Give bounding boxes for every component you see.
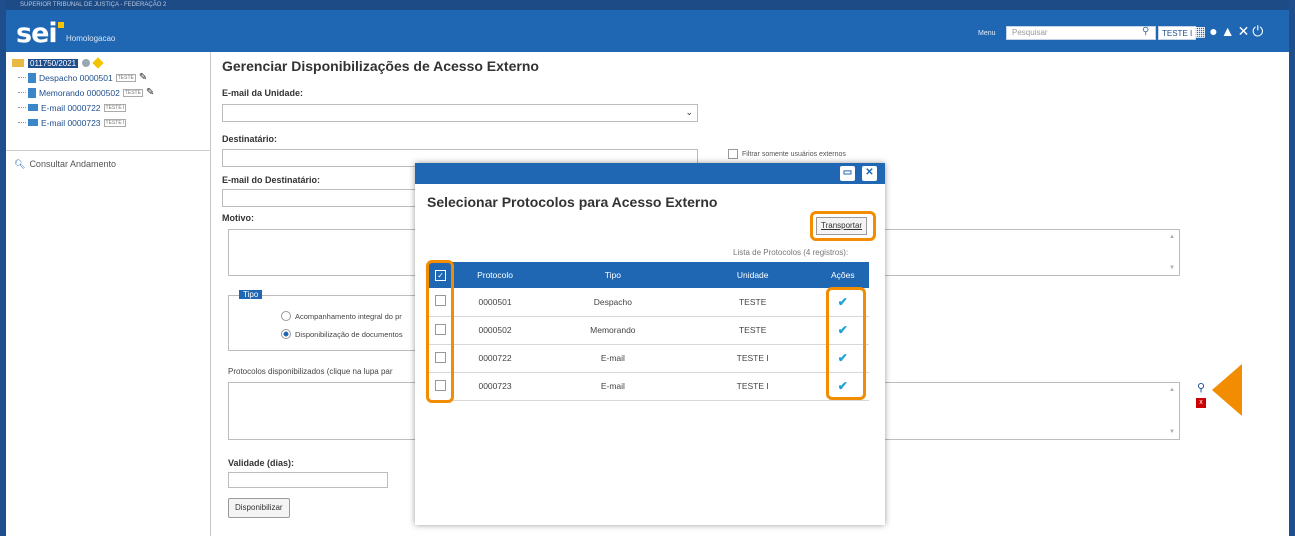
menu-button[interactable]: Menu [978, 30, 996, 37]
protocol-modal: ▭ ✕ Selecionar Protocolos para Acesso Ex… [415, 163, 885, 525]
process-number[interactable]: 011750/2021 [28, 58, 79, 68]
radio-button-selected[interactable] [281, 329, 291, 339]
search-icon: 🔍︎ [14, 159, 26, 169]
cell-protocolo: 0000502 [453, 316, 537, 345]
validade-label: Validade (dias): [228, 458, 295, 468]
info-icon[interactable]: ● [1209, 23, 1220, 39]
modal-title: Selecionar Protocolos para Acesso Extern… [427, 194, 718, 210]
document-icon [28, 72, 36, 83]
table-header-row: ✓ Protocolo Tipo Unidade Ações [428, 262, 869, 288]
tipo-legend: Tipo [239, 290, 263, 299]
table-row: 0000722 E-mail TESTE I ✔ [428, 344, 869, 373]
tree-doc-0[interactable]: Despacho 0000501 TESTE ✎ [12, 70, 204, 85]
magnifier-icon[interactable]: ⚲ [1197, 381, 1205, 394]
cell-protocolo: 0000501 [453, 288, 537, 317]
tree-doc-1[interactable]: Memorando 0000502 TESTE ✎ [12, 85, 204, 100]
radio-label: Acompanhamento integral do pr [295, 311, 402, 321]
email-unidade-select[interactable]: ⌄ [222, 104, 698, 122]
tools-icon[interactable]: ✕ [1238, 23, 1253, 39]
tree-doc-label[interactable]: E-mail 0000722 [41, 103, 101, 113]
user-icon[interactable]: ▲ [1221, 23, 1238, 39]
validade-input[interactable] [228, 472, 388, 488]
cell-unidade: TESTE I [688, 344, 817, 373]
header-icons: ▦●▲✕⏻ [1193, 23, 1266, 40]
tree-doc-2[interactable]: E-mail 0000722 TESTE I [12, 100, 204, 115]
close-icon[interactable]: ✕ [862, 166, 877, 181]
status-icon [82, 59, 91, 67]
motivo-label: Motivo: [222, 213, 254, 223]
chevron-down-icon: ⌄ [685, 107, 693, 117]
unit-tag: TESTE I [103, 103, 127, 112]
cell-unidade: TESTE I [688, 372, 817, 401]
tree-doc-3[interactable]: E-mail 0000723 TESTE I [12, 115, 204, 130]
table-row: 0000723 E-mail TESTE I ✔ [428, 372, 869, 401]
process-node[interactable]: 011750/2021 [12, 56, 204, 70]
cell-tipo: E-mail [536, 344, 689, 373]
unit-tag: TESTE [122, 88, 143, 97]
mail-icon [28, 119, 38, 126]
tree-doc-label[interactable]: Despacho 0000501 [39, 73, 113, 83]
cell-unidade: TESTE [688, 316, 817, 345]
unit-tag: TESTE [115, 73, 136, 82]
filtrar-externos-checkbox[interactable]: Filtrar somente usuários externos [728, 149, 846, 159]
highlight-actions-column [826, 287, 866, 400]
col-protocolo: Protocolo [453, 262, 537, 288]
table-caption: Lista de Protocolos (4 registros): [733, 248, 849, 257]
process-tree-sidebar: 011750/2021 Despacho 0000501 TESTE ✎ Mem… [6, 52, 211, 536]
radio-acompanhamento[interactable]: Acompanhamento integral do pr [281, 311, 402, 321]
cell-tipo: E-mail [536, 372, 689, 401]
grid-icon[interactable]: ▦ [1193, 23, 1209, 39]
consultar-andamento-link[interactable]: 🔍︎ Consultar Andamento [6, 150, 210, 178]
tree-doc-label[interactable]: E-mail 0000723 [41, 118, 101, 128]
protocolos-label: Protocolos disponibilizados (clique na l… [228, 367, 393, 376]
checkbox[interactable] [728, 149, 738, 159]
folder-icon [12, 59, 24, 67]
marker-icon [92, 57, 104, 69]
radio-button[interactable] [281, 311, 291, 321]
tipo-fieldset: Tipo Acompanhamento integral do pr Dispo… [228, 290, 428, 351]
email-destinatario-label: E-mail do Destinatário: [222, 175, 321, 185]
table-row: 0000501 Despacho TESTE ✔ [428, 288, 869, 317]
protocolos-actions: ⚲ x [1196, 381, 1206, 408]
org-strip: SUPERIOR TRIBUNAL DE JUSTIÇA - FEDERAÇÃO… [6, 0, 1289, 10]
sei-logo[interactable]: sei [16, 18, 64, 49]
filtrar-label: Filtrar somente usuários externos [742, 150, 846, 158]
cell-unidade: TESTE [688, 288, 817, 317]
power-icon[interactable]: ⏻ [1252, 23, 1266, 39]
disponibilizar-button[interactable]: Disponibilizar [228, 498, 290, 518]
col-tipo: Tipo [536, 262, 689, 288]
remove-icon[interactable]: x [1196, 398, 1206, 408]
search-icon[interactable]: ⚲ [1142, 26, 1149, 37]
unit-selector[interactable]: TESTE I [1158, 26, 1197, 40]
unit-tag: TESTE I [103, 118, 127, 127]
cell-protocolo: 0000722 [453, 344, 537, 373]
cell-tipo: Memorando [536, 316, 689, 345]
radio-disponibilizacao[interactable]: Disponibilização de documentos [281, 329, 403, 339]
signature-pen-icon: ✎ [145, 87, 155, 98]
destinatario-label: Destinatário: [222, 134, 278, 144]
col-acoes: Ações [816, 262, 869, 288]
document-icon [28, 87, 36, 98]
table-row: 0000502 Memorando TESTE ✔ [428, 316, 869, 345]
mail-icon [28, 104, 38, 111]
environment-label: Homologacao [66, 34, 116, 43]
cell-protocolo: 0000723 [453, 372, 537, 401]
protocol-table: ✓ Protocolo Tipo Unidade Ações 0000501 D… [428, 262, 869, 401]
cell-tipo: Despacho [536, 288, 689, 317]
consultar-label[interactable]: Consultar Andamento [29, 159, 116, 169]
app-header: sei Homologacao Menu Pesquisar ⚲ TESTE I… [6, 10, 1289, 52]
page-title: Gerenciar Disponibilizações de Acesso Ex… [222, 58, 539, 74]
signature-pen-icon: ✎ [138, 72, 148, 83]
search-input[interactable]: Pesquisar [1006, 26, 1156, 40]
col-unidade: Unidade [688, 262, 817, 288]
modal-titlebar: ▭ ✕ [415, 163, 885, 184]
highlight-checkbox-column [426, 260, 454, 403]
email-destinatario-input[interactable] [222, 189, 422, 207]
maximize-icon[interactable]: ▭ [840, 166, 855, 181]
radio-label: Disponibilização de documentos [295, 329, 403, 339]
email-unidade-label: E-mail da Unidade: [222, 88, 304, 98]
highlight-transportar [810, 211, 876, 241]
highlight-arrow [1212, 364, 1242, 416]
tree-doc-label[interactable]: Memorando 0000502 [39, 88, 120, 98]
